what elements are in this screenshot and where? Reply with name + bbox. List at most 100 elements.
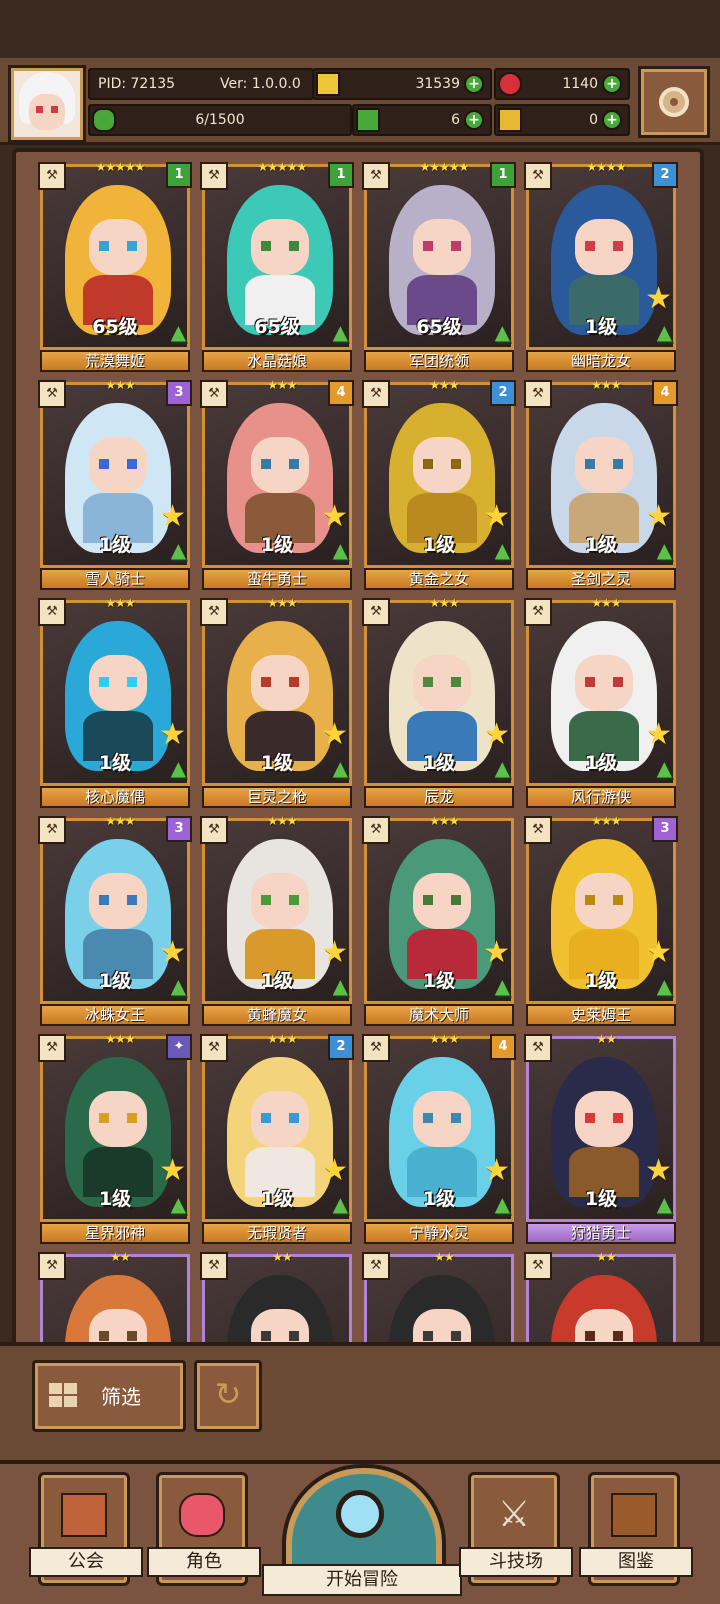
- level-up-arrow-icon[interactable]: ▲: [657, 976, 672, 996]
- clover-amount: 6: [451, 112, 460, 128]
- character-card[interactable]: ⚒ ★★★ 3 1级 ★ ▲ 冰蛛女王: [38, 814, 192, 1026]
- character-card[interactable]: ⚒ ★★★★★ 1 65级 ▲ 荒漠舞姬: [38, 160, 192, 372]
- star-upgrade-icon[interactable]: ★: [321, 938, 348, 968]
- weapon-type-icon: ⚒: [362, 380, 390, 408]
- filter-button[interactable]: 筛选: [32, 1360, 186, 1432]
- level-up-arrow-icon[interactable]: ▲: [495, 540, 510, 560]
- character-name: 黄金之女: [364, 568, 514, 590]
- star-upgrade-icon[interactable]: ★: [321, 720, 348, 750]
- character-card[interactable]: ⚒ ★★★ ✦ 1级 ★ ▲ 星界邪神: [38, 1032, 192, 1244]
- character-card[interactable]: ⚒ ★★★ 1级 ★ ▲ 黄蜂魔女: [200, 814, 352, 1026]
- add-clover-icon[interactable]: +: [464, 110, 484, 130]
- rarity-stars: ★★★: [267, 814, 297, 828]
- nav-guild[interactable]: 公会: [29, 1472, 143, 1586]
- level-up-arrow-icon[interactable]: ▲: [333, 976, 348, 996]
- nav-guild-label: 公会: [29, 1547, 143, 1577]
- level-up-arrow-icon[interactable]: ▲: [495, 1194, 510, 1214]
- level-up-arrow-icon[interactable]: ▲: [657, 322, 672, 342]
- character-card[interactable]: ⚒ ★★★★ 2 1级 ★ ▲ 幽暗龙女: [524, 160, 678, 372]
- add-key-icon[interactable]: +: [602, 110, 622, 130]
- rank-badge: 3: [166, 816, 192, 842]
- character-level: 1级: [422, 752, 456, 774]
- star-upgrade-icon[interactable]: ★: [645, 284, 672, 314]
- star-upgrade-icon[interactable]: ★: [159, 502, 186, 532]
- character-name: 冰蛛女王: [40, 1004, 190, 1026]
- star-upgrade-icon[interactable]: ★: [645, 1156, 672, 1186]
- character-card[interactable]: ⚒ ★★★ 1级 ★ ▲ 魔术大师: [362, 814, 514, 1026]
- star-upgrade-icon[interactable]: ★: [159, 720, 186, 750]
- level-up-arrow-icon[interactable]: ▲: [171, 540, 186, 560]
- weapon-type-icon: ⚒: [200, 1034, 228, 1062]
- star-upgrade-icon[interactable]: ★: [645, 720, 672, 750]
- star-upgrade-icon[interactable]: ★: [483, 938, 510, 968]
- weapon-type-icon: ⚒: [38, 380, 66, 408]
- star-upgrade-icon[interactable]: ★: [483, 720, 510, 750]
- player-avatar[interactable]: [8, 65, 86, 143]
- weapon-type-icon: ⚒: [524, 1252, 552, 1280]
- character-card[interactable]: ⚒ ★★★ 1级 ★ ▲ 风行游侠: [524, 596, 676, 808]
- level-up-arrow-icon[interactable]: ▲: [333, 322, 348, 342]
- character-card[interactable]: ⚒ ★★: [362, 1250, 514, 1344]
- character-level: 1级: [584, 1188, 618, 1210]
- level-up-arrow-icon[interactable]: ▲: [495, 322, 510, 342]
- level-up-arrow-icon[interactable]: ▲: [171, 976, 186, 996]
- rarity-stars: ★★★★★: [257, 160, 308, 174]
- star-upgrade-icon[interactable]: ★: [645, 502, 672, 532]
- character-card[interactable]: ⚒ ★★★ 1级 ★ ▲ 核心魔偶: [38, 596, 190, 808]
- character-name: 蛮牛勇士: [202, 568, 352, 590]
- nav-adventure[interactable]: 开始冒险: [262, 1454, 462, 1596]
- level-up-arrow-icon[interactable]: ▲: [495, 976, 510, 996]
- character-card[interactable]: ⚒ ★★★ 3 1级 ★ ▲ 雪人骑士: [38, 378, 192, 590]
- level-up-arrow-icon[interactable]: ▲: [495, 758, 510, 778]
- character-card[interactable]: ⚒ ★★★ 4 1级 ★ ▲ 蛮牛勇士: [200, 378, 354, 590]
- character-card[interactable]: ⚒ ★★★ 3 1级 ★ ▲ 史莱姆王: [524, 814, 678, 1026]
- level-up-arrow-icon[interactable]: ▲: [333, 540, 348, 560]
- settings-button[interactable]: [638, 66, 710, 138]
- character-card[interactable]: ⚒ ★★ 1级 ★ ▲ 狩猎勇士: [524, 1032, 676, 1244]
- level-up-arrow-icon[interactable]: ▲: [333, 758, 348, 778]
- rank-badge: 1: [166, 162, 192, 188]
- nav-characters[interactable]: 角色: [147, 1472, 261, 1586]
- star-upgrade-icon[interactable]: ★: [483, 1156, 510, 1186]
- character-card[interactable]: ⚒ ★★★ 2 1级 ★ ▲ 无瑕贤者: [200, 1032, 354, 1244]
- character-card[interactable]: ⚒ ★★★ 1级 ★ ▲ 巨灵之枪: [200, 596, 352, 808]
- character-card[interactable]: ⚒ ★★: [38, 1250, 190, 1344]
- level-up-arrow-icon[interactable]: ▲: [657, 758, 672, 778]
- rarity-stars: ★★★: [105, 378, 135, 392]
- character-level: 1级: [584, 534, 618, 556]
- add-gems-icon[interactable]: +: [602, 74, 622, 94]
- add-gold-icon[interactable]: +: [464, 74, 484, 94]
- character-card[interactable]: ⚒ ★★★ 4 1级 ★ ▲ 圣剑之灵: [524, 378, 678, 590]
- star-upgrade-icon[interactable]: ★: [483, 502, 510, 532]
- nav-codex[interactable]: 图鉴: [579, 1472, 693, 1586]
- star-upgrade-icon[interactable]: ★: [159, 1156, 186, 1186]
- weapon-type-icon: ⚒: [200, 1252, 228, 1280]
- level-up-arrow-icon[interactable]: ▲: [657, 1194, 672, 1214]
- rank-badge: 1: [328, 162, 354, 188]
- character-card[interactable]: ⚒ ★★★ 1级 ★ ▲ 辰龙: [362, 596, 514, 808]
- level-up-arrow-icon[interactable]: ▲: [171, 758, 186, 778]
- rank-badge: 4: [490, 1034, 516, 1060]
- character-panel: ⚒ ★★★★★ 1 65级 ▲ 荒漠舞姬 ⚒ ★★★★★ 1 65级 ▲ 水晶菇娘 ⚒ ★★★★★ 1 65级…: [12, 148, 704, 1348]
- nav-arena[interactable]: ⚔ 斗技场: [459, 1472, 573, 1586]
- star-upgrade-icon[interactable]: ★: [321, 1156, 348, 1186]
- rarity-stars: ★★★★★: [95, 160, 146, 174]
- character-card[interactable]: ⚒ ★★★ 4 1级 ★ ▲ 宁静水灵: [362, 1032, 516, 1244]
- level-up-arrow-icon[interactable]: ▲: [657, 540, 672, 560]
- star-upgrade-icon[interactable]: ★: [321, 502, 348, 532]
- level-up-arrow-icon[interactable]: ▲: [333, 1194, 348, 1214]
- star-upgrade-icon[interactable]: ★: [645, 938, 672, 968]
- weapon-type-icon: ⚒: [200, 816, 228, 844]
- weapon-type-icon: ⚒: [38, 598, 66, 626]
- rarity-stars: ★★★: [267, 1032, 297, 1046]
- level-up-arrow-icon[interactable]: ▲: [171, 322, 186, 342]
- exp-bar: 6/1500: [88, 104, 352, 136]
- character-card[interactable]: ⚒ ★★: [524, 1250, 676, 1344]
- star-upgrade-icon[interactable]: ★: [159, 938, 186, 968]
- character-card[interactable]: ⚒ ★★★★★ 1 65级 ▲ 军团统领: [362, 160, 516, 372]
- reset-filter-button[interactable]: ↻: [194, 1360, 262, 1432]
- level-up-arrow-icon[interactable]: ▲: [171, 1194, 186, 1214]
- character-card[interactable]: ⚒ ★★★ 2 1级 ★ ▲ 黄金之女: [362, 378, 516, 590]
- character-card[interactable]: ⚒ ★★★★★ 1 65级 ▲ 水晶菇娘: [200, 160, 354, 372]
- character-card[interactable]: ⚒ ★★: [200, 1250, 352, 1344]
